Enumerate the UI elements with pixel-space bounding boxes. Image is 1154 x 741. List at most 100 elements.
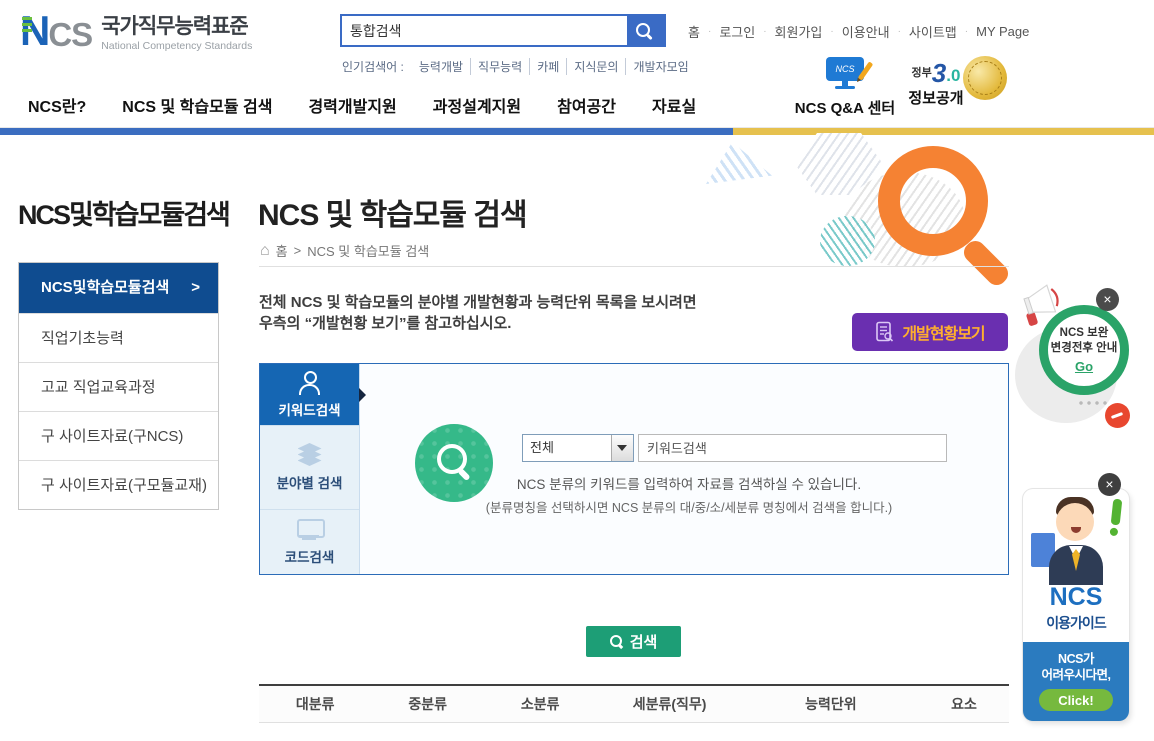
sidebar-title: NCS및학습모듈검색: [18, 200, 231, 230]
dot-separator: ·: [707, 26, 712, 37]
megaphone-icon: [1023, 284, 1059, 326]
guide-close-button[interactable]: ×: [1098, 473, 1121, 496]
link-login[interactable]: 로그인: [719, 22, 755, 41]
search-icon: [636, 23, 654, 41]
notice-mini-badge[interactable]: [1105, 403, 1130, 428]
sidebar-item-ncs-module-search[interactable]: NCS및학습모듈검색 >: [19, 263, 218, 313]
notice-close-button[interactable]: ×: [1096, 288, 1119, 311]
link-mypage[interactable]: MY Page: [976, 24, 1029, 39]
deco-teal-circle: [820, 216, 875, 266]
page-description: 전체 NCS 및 학습모듈의 분야별 개발현황과 능력단위 목록을 보시려면 우…: [259, 294, 697, 332]
col-major-category: 대분류: [295, 696, 335, 712]
exclamation-icon: [1110, 498, 1123, 526]
search-icon: [609, 634, 623, 649]
link-sitemap[interactable]: 사이트맵: [909, 22, 957, 41]
chevron-right-icon: >: [191, 279, 200, 296]
breadcrumb-current: NCS 및 학습모듈 검색: [307, 244, 430, 259]
global-search: [340, 14, 666, 47]
dot-separator: ·: [830, 26, 834, 37]
breadcrumb-separator: >: [293, 243, 302, 258]
table-header-row: 대분류 중분류 소분류 세분류(직무) 능력단위 요소: [259, 686, 1009, 723]
person-icon: [298, 370, 322, 395]
tab-code-search[interactable]: 코드검색: [260, 510, 359, 574]
category-select[interactable]: 전체: [522, 434, 634, 462]
award-badge-icon: [963, 56, 1007, 100]
col-middle-category: 중분류: [408, 696, 448, 712]
info-label: 정보공개: [908, 90, 964, 108]
sidebar-item-old-ncs[interactable]: 구 사이트자료(구NCS): [19, 411, 218, 460]
global-search-button[interactable]: [627, 16, 664, 45]
sidebar-item-old-module[interactable]: 구 사이트자료(구모듈교재): [19, 460, 218, 509]
logo-cs-mark: CS: [48, 15, 93, 53]
nav-archive[interactable]: 자료실: [652, 93, 696, 117]
page: N CS 국가직무능력표준 National Competency Standa…: [0, 0, 1154, 741]
home-icon: ⌂: [260, 241, 270, 259]
nav-about-ncs[interactable]: NCS란?: [28, 93, 86, 117]
search-help-text: NCS 분류의 키워드를 입력하여 자료를 검색하실 수 있습니다. (분류명칭…: [485, 477, 893, 515]
search-button[interactable]: 검색: [586, 626, 681, 657]
link-guide[interactable]: 이용안내: [842, 22, 890, 41]
document-search-icon: [876, 321, 894, 342]
utility-links: 홈 · 로그인 · 회원가입 · 이용안내 · 사이트맵 · MY Page: [688, 22, 1029, 41]
nav-career-support[interactable]: 경력개발지원: [308, 93, 396, 117]
notice-go-link[interactable]: Go: [1075, 359, 1093, 374]
guide-click-button[interactable]: Click!: [1039, 689, 1113, 711]
popular-term[interactable]: 개발자모임: [626, 58, 695, 75]
guide-character: [1023, 489, 1129, 585]
sidebar-item-vocational-education[interactable]: 고교 직업교육과정: [19, 362, 218, 411]
dot-separator: ·: [763, 26, 767, 37]
sidebar-item-basic-competency[interactable]: 직업기초능력: [19, 313, 218, 362]
popular-term[interactable]: 직무능력: [471, 58, 531, 75]
notice-popup: × NCS 보완 변경전후 안내 Go: [1015, 283, 1154, 433]
dot-separator: ·: [964, 26, 969, 37]
guide-ncs-label: NCS: [1049, 583, 1103, 611]
breadcrumb-home[interactable]: 홈: [276, 241, 288, 260]
col-element: 요소: [951, 696, 977, 712]
popular-keywords: 인기검색어 : 능력개발 직무능력 카페 지식문의 개발자모임: [342, 58, 696, 75]
guide-footer: NCS가 어려우시다면, Click!: [1023, 642, 1129, 721]
link-home[interactable]: 홈: [688, 22, 700, 41]
page-title: NCS 및 학습모듈 검색: [258, 199, 528, 232]
nav-course-design[interactable]: 과정설계지원: [433, 93, 521, 117]
col-detail-category: 세분류(직무): [632, 696, 707, 712]
logo-english-name: National Competency Standards: [101, 40, 253, 52]
deco-magnifier-handle: [959, 236, 1013, 290]
global-search-input[interactable]: [342, 16, 627, 45]
main-nav: NCS란? NCS 및 학습모듈 검색 경력개발지원 과정설계지원 참여공간 자…: [28, 93, 696, 117]
popular-label: 인기검색어 :: [342, 60, 404, 74]
deco-triangle: [706, 142, 772, 184]
qna-label: NCS Q&A 센터: [794, 100, 896, 117]
breadcrumb: ⌂ 홈 > NCS 및 학습모듈 검색: [260, 241, 429, 260]
logo-korean-name: 국가직무능력표준: [101, 15, 249, 38]
result-table: 대분류 중분류 소분류 세분류(직무) 능력단위 요소: [259, 684, 1009, 723]
nav-qna-center[interactable]: NCS NCS Q&A 센터: [790, 57, 900, 118]
deco-magnifier-icon: [878, 146, 988, 256]
keyword-input[interactable]: [638, 434, 947, 462]
chevron-down-icon: [611, 435, 633, 461]
dotted-trail: [1077, 399, 1107, 407]
nav-underline-bar: [0, 127, 1154, 135]
dot-separator: ·: [897, 26, 901, 37]
col-competency-unit: 능력단위: [805, 696, 857, 712]
link-signup[interactable]: 회원가입: [775, 22, 823, 41]
nav-ncs-module-search[interactable]: NCS 및 학습모듈 검색: [122, 93, 272, 117]
guide-popup: × NCS 이용가이드 NCS가 어려우시다면, Click!: [1020, 473, 1132, 725]
popular-term[interactable]: 지식문의: [567, 58, 627, 75]
search-tabs: 키워드검색 분야별 검색 코드검색: [260, 364, 366, 574]
monitor-icon: [296, 518, 325, 540]
divider: [259, 266, 1009, 267]
sidebar-menu: NCS및학습모듈검색 > 직업기초능력 고교 직업교육과정 구 사이트자료(구NC…: [18, 262, 219, 510]
guide-title: 이용가이드: [1046, 615, 1106, 631]
popular-term[interactable]: 능력개발: [412, 58, 472, 75]
logo-n-mark: N: [20, 7, 50, 54]
col-minor-category: 소분류: [520, 696, 560, 712]
tab-keyword-search[interactable]: 키워드검색: [260, 364, 366, 426]
guide-card[interactable]: NCS 이용가이드 NCS가 어려우시다면, Click!: [1023, 489, 1129, 721]
search-panel: 키워드검색 분야별 검색 코드검색: [259, 363, 1009, 575]
tab-field-search[interactable]: 분야별 검색: [260, 426, 359, 510]
popular-term[interactable]: 카페: [530, 58, 568, 75]
nav-participation[interactable]: 참여공간: [557, 93, 616, 117]
site-logo[interactable]: N CS 국가직무능력표준 National Competency Standa…: [20, 7, 253, 54]
layers-icon: [297, 443, 322, 466]
dev-status-button[interactable]: 개발현황보기: [852, 313, 1008, 351]
